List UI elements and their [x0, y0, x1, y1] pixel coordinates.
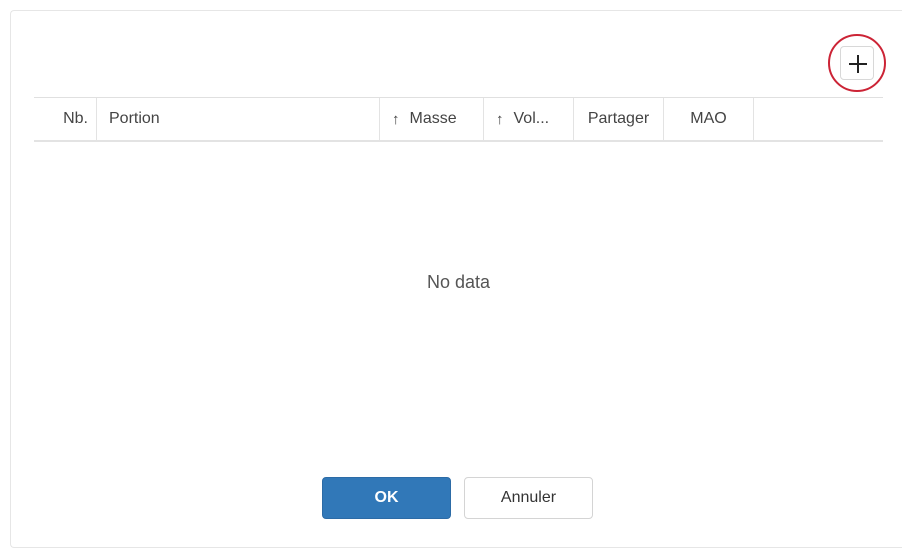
add-button-highlight	[828, 34, 886, 92]
column-header-filler	[754, 98, 883, 140]
sort-ascending-icon: ↑	[392, 110, 400, 128]
column-label: Masse	[409, 110, 457, 127]
column-header-mao[interactable]: MAO	[664, 98, 754, 140]
column-header-partager[interactable]: Partager	[574, 98, 664, 140]
sort-ascending-icon: ↑	[496, 110, 504, 128]
add-portion-button[interactable]	[840, 46, 874, 80]
column-header-volume[interactable]: ↑ Vol...	[484, 98, 574, 140]
column-label: Partager	[587, 110, 650, 127]
column-label: Nb.	[63, 110, 88, 127]
column-label: Portion	[109, 110, 160, 127]
cancel-button[interactable]: Annuler	[464, 477, 593, 519]
column-header-portion[interactable]: Portion	[97, 98, 380, 140]
empty-table-message: No data	[426, 272, 491, 292]
column-header-masse[interactable]: ↑ Masse	[380, 98, 484, 140]
column-label: Vol...	[513, 110, 550, 127]
column-header-nb[interactable]: Nb.	[34, 98, 97, 140]
column-label: MAO	[690, 110, 727, 127]
ok-button[interactable]: OK	[322, 477, 451, 519]
table-header: Nb. Portion ↑ Masse ↑ Vol... Partager MA…	[34, 97, 883, 142]
